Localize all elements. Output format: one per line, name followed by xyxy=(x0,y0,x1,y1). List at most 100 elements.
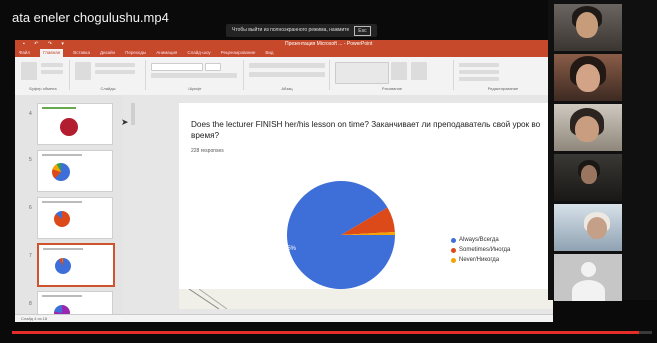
participant-video[interactable] xyxy=(554,4,622,51)
ribbon-group-editing: Редактирование xyxy=(455,60,551,91)
legend-entry: Sometimes/Иногда xyxy=(451,245,510,255)
slide-title: Does the lecturer FINISH her/his lesson … xyxy=(191,120,541,140)
tab-insert[interactable]: Вставка xyxy=(73,49,90,57)
copy-icon[interactable] xyxy=(41,70,63,74)
font-format-buttons[interactable] xyxy=(151,73,237,78)
replace-button[interactable] xyxy=(459,70,499,74)
select-button[interactable] xyxy=(459,77,499,81)
ribbon-group-label: Редактирование xyxy=(487,86,519,91)
align-buttons[interactable] xyxy=(249,72,325,77)
ppt-titlebar: ▪ ↶ ↷ ▾ Презентация Microsoft ... - Powe… xyxy=(15,40,553,49)
participant-gallery xyxy=(548,0,657,301)
avatar-head-icon xyxy=(581,262,596,277)
participant-face xyxy=(576,12,598,38)
tab-home[interactable]: Главная xyxy=(40,49,64,57)
slide-thumbnail[interactable] xyxy=(37,103,113,145)
slide-canvas[interactable]: Does the lecturer FINISH her/his lesson … xyxy=(179,103,553,289)
slide-thumbnail[interactable] xyxy=(37,197,113,239)
pie-data-label: 91.5% xyxy=(279,246,297,252)
tab-review[interactable]: Рецензирование xyxy=(221,49,256,57)
cut-icon[interactable] xyxy=(41,63,63,67)
ribbon-group-label: Слайды xyxy=(100,86,116,91)
ribbon-group-clipboard: Буфер обмена xyxy=(17,60,70,91)
legend-swatch xyxy=(451,247,456,253)
legend-label: Sometimes/Иногда xyxy=(459,247,511,253)
ribbon: Буфер обмена Слайды Шрифт Абзац Рисовани… xyxy=(15,57,553,96)
participant-face xyxy=(581,165,597,184)
participant-video-placeholder[interactable] xyxy=(554,254,622,301)
ribbon-tabs: Файл Главная Вставка Дизайн Переходы Ани… xyxy=(15,49,553,57)
thumb-title-bar xyxy=(42,201,82,203)
ribbon-group-drawing: Рисование xyxy=(331,60,454,91)
legend-label: Never/Никогда xyxy=(459,257,500,263)
find-button[interactable] xyxy=(459,63,499,67)
mouse-cursor-icon: ➤ xyxy=(121,117,129,127)
response-count: 228 responses xyxy=(191,148,224,154)
logo-icon xyxy=(60,118,78,136)
participant-face xyxy=(576,64,600,92)
document-title: Презентация Microsoft ... - PowerPoint xyxy=(285,41,373,47)
font-family-select[interactable] xyxy=(151,63,203,71)
legend-entry: Always/Всегда xyxy=(451,235,510,245)
ribbon-group-label: Абзац xyxy=(281,86,293,91)
thumb-title-bar xyxy=(42,295,82,297)
slide-thumbnail[interactable] xyxy=(37,150,113,192)
esc-key-badge[interactable]: Esc xyxy=(354,25,371,36)
legend-entry: Never/Никогда xyxy=(451,255,510,265)
paste-icon[interactable] xyxy=(21,62,37,80)
pie-chart xyxy=(287,180,395,289)
ribbon-group-label: Рисование xyxy=(381,86,403,91)
thumb-number: 7 xyxy=(29,253,32,259)
ribbon-group-paragraph: Абзац xyxy=(245,60,330,91)
arrange-icon[interactable] xyxy=(391,62,407,80)
list-buttons[interactable] xyxy=(249,63,325,68)
reset-button[interactable] xyxy=(95,70,135,74)
video-progress-fill xyxy=(12,331,640,334)
workspace: 4 5 6 7 8 ➤ Does the lecturer FINISH her… xyxy=(15,95,553,322)
thumb-number: 8 xyxy=(29,301,32,307)
legend-swatch xyxy=(451,237,456,243)
pane-splitter[interactable] xyxy=(131,103,135,125)
tab-transitions[interactable]: Переходы xyxy=(125,49,146,57)
quick-access-icons[interactable]: ▪ ↶ ↷ ▾ xyxy=(23,40,68,49)
pie-chart-icon xyxy=(52,163,70,181)
shapes-gallery[interactable] xyxy=(335,62,389,84)
ribbon-group-slides: Слайды xyxy=(71,60,146,91)
new-slide-icon[interactable] xyxy=(75,62,91,80)
legend-swatch xyxy=(451,257,456,263)
thumb-number: 5 xyxy=(29,157,32,163)
thumb-title-bar xyxy=(42,154,82,156)
fullscreen-notice: Чтобы выйти из полноэкранного режима, на… xyxy=(226,24,377,37)
tab-file[interactable]: Файл xyxy=(19,49,30,57)
quick-styles-icon[interactable] xyxy=(411,62,427,80)
legend-label: Always/Всегда xyxy=(459,237,499,243)
thumb-title-bar xyxy=(43,248,83,250)
thumb-number: 6 xyxy=(29,205,32,211)
participant-face xyxy=(575,116,599,142)
pie-chart-icon xyxy=(54,211,70,227)
slide-thumbnail-selected[interactable] xyxy=(37,243,115,287)
participant-video[interactable] xyxy=(554,54,622,101)
layout-button[interactable] xyxy=(95,63,135,67)
tab-view[interactable]: Вид xyxy=(265,49,273,57)
ribbon-group-label: Буфер обмена xyxy=(29,86,57,91)
slide-decor-strip xyxy=(179,288,553,310)
participant-video[interactable] xyxy=(554,104,622,151)
chart-legend: Always/Всегда Sometimes/Иногда Never/Ник… xyxy=(451,235,510,265)
participant-video[interactable] xyxy=(554,204,622,251)
tab-design[interactable]: Дизайн xyxy=(100,49,115,57)
status-bar: Слайд 4 из 18 xyxy=(15,314,553,322)
video-progress-bar[interactable] xyxy=(12,331,652,334)
avatar-body-icon xyxy=(572,280,605,301)
thumb-title-bar xyxy=(42,107,76,109)
tab-slideshow[interactable]: Слайд-шоу xyxy=(187,49,210,57)
status-slide-count: Слайд 4 из 18 xyxy=(21,316,48,321)
video-title: ata eneler chogulushu.mp4 xyxy=(12,10,169,25)
font-size-select[interactable] xyxy=(205,63,221,71)
participant-video[interactable] xyxy=(554,154,622,201)
decor-lines xyxy=(188,288,228,310)
pie-chart-icon xyxy=(55,258,71,274)
ribbon-group-font: Шрифт xyxy=(147,60,244,91)
fullscreen-notice-text: Чтобы выйти из полноэкранного режима, на… xyxy=(232,27,350,33)
tab-animation[interactable]: Анимация xyxy=(156,49,177,57)
